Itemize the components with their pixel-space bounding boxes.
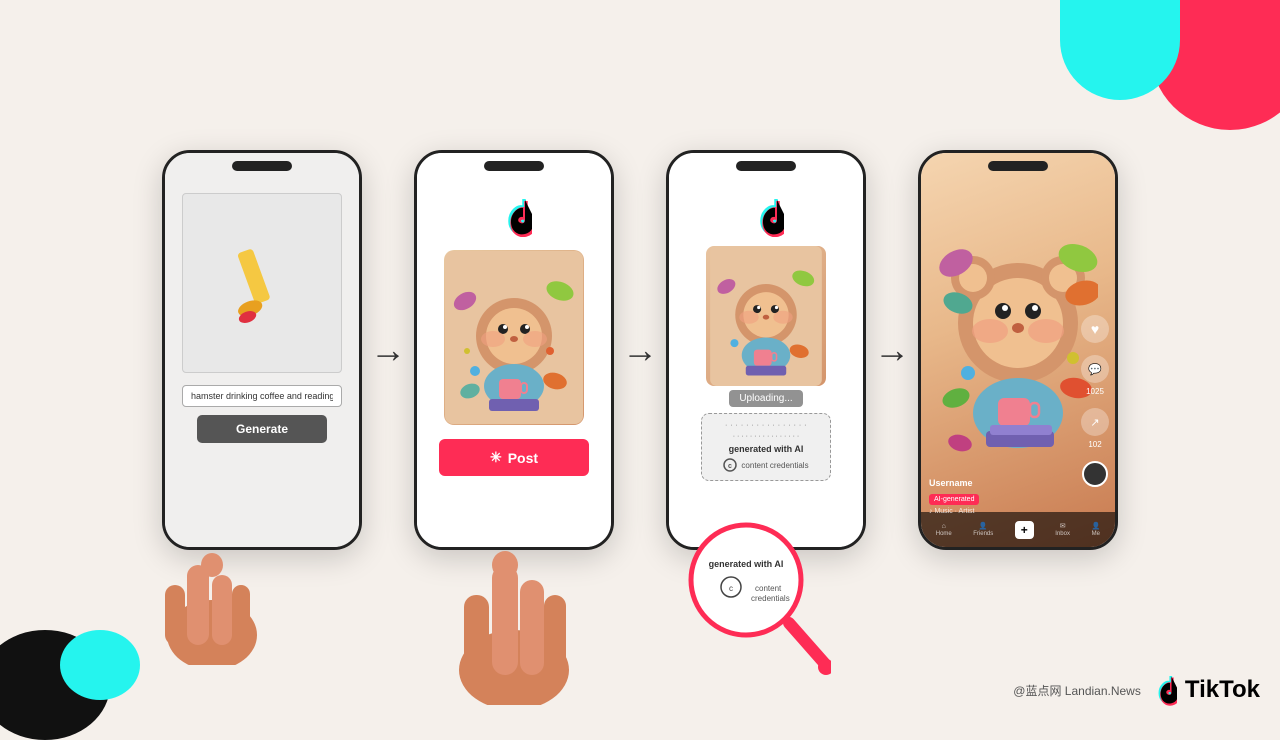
hand2-icon [424,505,604,705]
phone1-canvas [182,193,342,373]
phone1-content: Generate [165,153,359,547]
svg-text:generated with AI: generated with AI [709,559,784,569]
share-count: 102 [1088,440,1101,449]
nav-me[interactable]: 👤 Me [1091,522,1100,537]
phone2-wrapper: ✳ Post [414,150,614,550]
magnify-container: generated with AI c content credentials [681,515,831,720]
ai-prompt-input[interactable] [182,385,342,407]
comment-icon: 💬 [1081,355,1109,383]
nav-add[interactable]: + [1015,521,1034,539]
phone4-username: Username [929,478,979,488]
tiktok-brand-text: TikTok [1185,676,1260,704]
post-label: Post [508,450,538,466]
tiktok-logo-phone3 [748,197,784,242]
hamster-image-phone3 [706,246,826,386]
share-icon: ↗ [1081,408,1109,436]
content-credentials-logo: c content credentials [723,458,808,472]
content-credentials-text: content credentials [741,461,808,470]
phone1-wrapper: Generate [162,150,362,550]
generated-ai-text: generated with AI [729,444,804,454]
magnifying-glass-icon: generated with AI c content credentials [681,515,831,715]
phone3-wrapper: Uploading... · · · · · · · · · · · · · ·… [666,150,866,550]
nav-home[interactable]: ⌂ Home [936,523,952,537]
phone4-navbar: ⌂ Home 👤 Friends + ✉ Inbox [921,512,1115,547]
phone3: Uploading... · · · · · · · · · · · · · ·… [666,150,866,550]
main-content: Generate → [0,0,1280,720]
arrow1: → [370,329,406,371]
phone2-content: ✳ Post [417,153,611,547]
arrow3: → [874,329,910,371]
footer-brand: @蓝点网 Landian.News TikTok [1013,674,1260,706]
hand1-container [132,505,292,670]
phone4-sidebar: ♥ 💬 1025 ↗ 102 [1081,315,1109,487]
like-icon: ♥ [1081,315,1109,343]
nav-inbox[interactable]: ✉ Inbox [1055,522,1070,537]
tiktok-logo-phone2 [496,197,532,242]
phone2: ✳ Post [414,150,614,550]
svg-text:c: c [729,584,733,593]
comment-count: 1025 [1086,387,1104,396]
phone3-notch [736,161,796,171]
credential-dots: · · · · · · · · · · · · · · · · [725,422,807,429]
credential-badge: · · · · · · · · · · · · · · · · · · · · … [701,413,831,481]
paintbrush-icon [217,238,307,328]
phone4-wrapper: ♥ 💬 1025 ↗ 102 Username AI-generated ♪ M… [918,150,1118,550]
phone1: Generate [162,150,362,550]
phone2-notch [484,161,544,171]
phone4-notch [988,161,1048,171]
tiktok-footer-logo [1149,674,1177,706]
phone4: ♥ 💬 1025 ↗ 102 Username AI-generated ♪ M… [918,150,1118,550]
hamster-svg-phone2 [445,251,583,424]
upload-status: Uploading... [729,390,802,407]
post-icon: ✳ [490,449,502,466]
arrow2: → [622,329,658,371]
hand2-container [424,505,604,710]
phone1-notch [232,161,292,171]
hamster-svg-phone3 [706,246,826,386]
landian-credit: @蓝点网 Landian.News [1013,682,1141,699]
hamster-image-phone2 [444,250,584,425]
phone4-music: ♪ Music · Artist [929,508,979,515]
phones-row: Generate → [162,150,1118,550]
hand1-icon [132,505,292,665]
hamster-feed-svg [938,203,1098,483]
phone3-content: Uploading... · · · · · · · · · · · · · ·… [669,153,863,547]
phone4-content: ♥ 💬 1025 ↗ 102 Username AI-generated ♪ M… [921,153,1115,547]
generate-button[interactable]: Generate [197,415,327,443]
nav-friends[interactable]: 👤 Friends [973,522,993,537]
svg-text:credentials: credentials [751,594,790,603]
phone4-ai-badge: AI-generated [929,494,979,505]
svg-text:c: c [728,463,732,470]
phone4-bottom-info: Username AI-generated ♪ Music · Artist [929,478,979,515]
credential-dots2: · · · · · · · · · · · · · · · · [733,433,799,440]
svg-text:content: content [755,584,782,593]
post-button[interactable]: ✳ Post [439,439,589,476]
avatar-icon [1082,461,1108,487]
